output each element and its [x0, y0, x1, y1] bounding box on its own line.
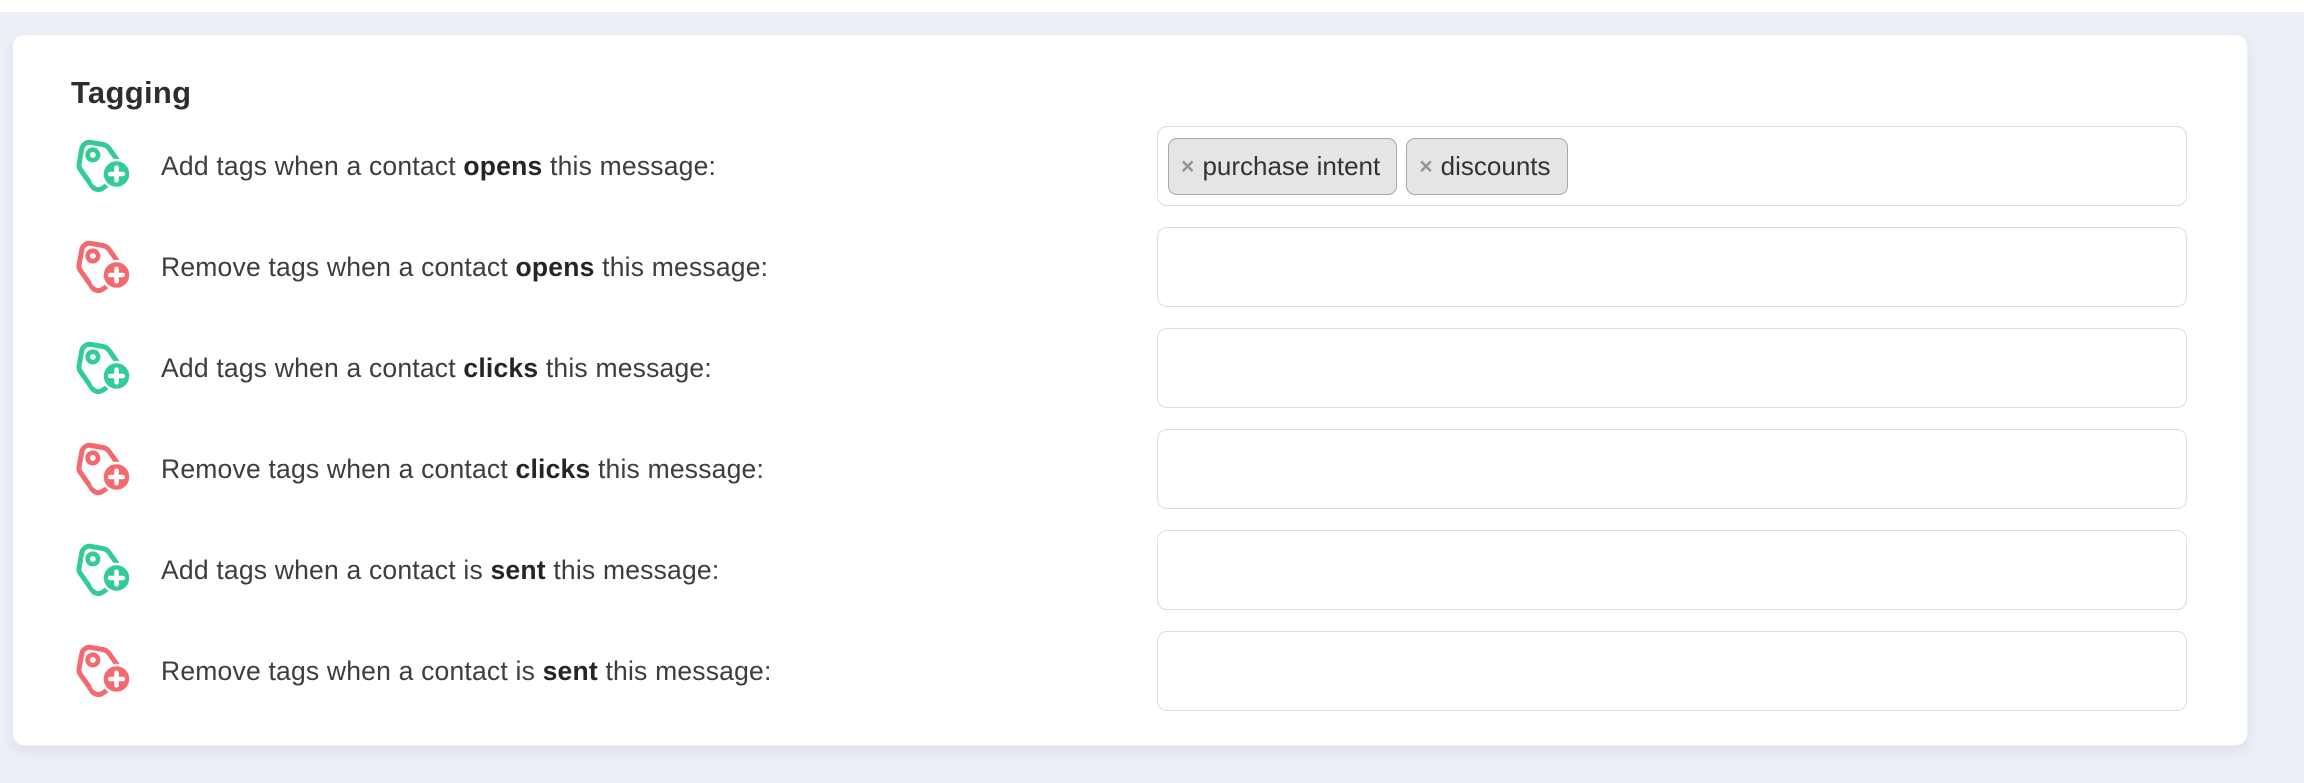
tag-remove-icon — [69, 440, 135, 498]
tags-input-remove-clicks[interactable] — [1157, 429, 2187, 509]
tag-remove-icon — [69, 642, 135, 700]
row-label: Add tags when a contact opens this messa… — [161, 151, 716, 182]
remove-tag-icon[interactable]: × — [1419, 155, 1432, 178]
section-title: Tagging — [71, 75, 2185, 111]
tag-add-icon — [69, 541, 135, 599]
tags-input-add-opens[interactable]: × purchase intent × discounts — [1157, 126, 2187, 206]
row-label: Add tags when a contact clicks this mess… — [161, 353, 712, 384]
tags-input-remove-opens[interactable] — [1157, 227, 2187, 307]
tagging-settings-card: Tagging Add tags when a contact opens th… — [12, 34, 2248, 746]
tag-pill[interactable]: × discounts — [1406, 138, 1567, 195]
tagging-row-add-clicks: Add tags when a contact clicks this mess… — [69, 328, 2187, 408]
tag-remove-icon — [69, 238, 135, 296]
tag-pill-label: purchase intent — [1202, 151, 1380, 182]
row-label: Add tags when a contact is sent this mes… — [161, 555, 719, 586]
tagging-row-remove-opens: Remove tags when a contact opens this me… — [69, 227, 2187, 307]
tag-add-icon — [69, 339, 135, 397]
tags-input-add-clicks[interactable] — [1157, 328, 2187, 408]
tag-add-icon — [69, 137, 135, 195]
top-background-strip — [0, 0, 2304, 12]
tag-pill-label: discounts — [1441, 151, 1551, 182]
remove-tag-icon[interactable]: × — [1181, 155, 1194, 178]
tag-pill[interactable]: × purchase intent — [1168, 138, 1397, 195]
row-label: Remove tags when a contact is sent this … — [161, 656, 772, 687]
row-label: Remove tags when a contact opens this me… — [161, 252, 768, 283]
tagging-row-remove-sent: Remove tags when a contact is sent this … — [69, 631, 2187, 711]
tagging-row-remove-clicks: Remove tags when a contact clicks this m… — [69, 429, 2187, 509]
tags-input-add-sent[interactable] — [1157, 530, 2187, 610]
row-label: Remove tags when a contact clicks this m… — [161, 454, 764, 485]
tagging-row-add-opens: Add tags when a contact opens this messa… — [69, 126, 2187, 206]
tags-input-remove-sent[interactable] — [1157, 631, 2187, 711]
tagging-row-add-sent: Add tags when a contact is sent this mes… — [69, 530, 2187, 610]
